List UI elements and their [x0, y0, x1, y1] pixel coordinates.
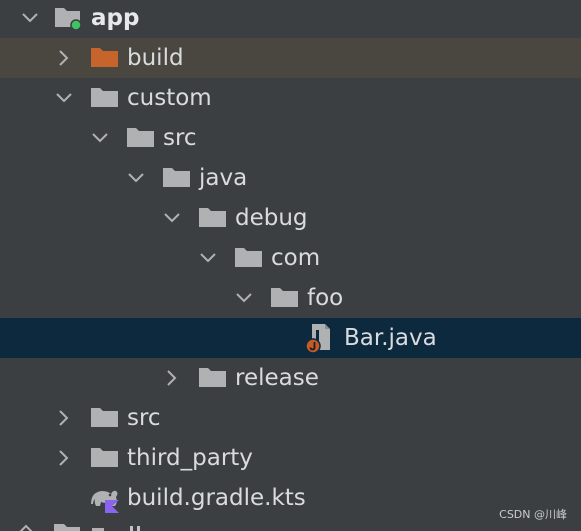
folder-icon — [198, 366, 228, 390]
tree-row-foo[interactable]: foo — [0, 278, 581, 318]
module-folder-icon — [54, 6, 84, 30]
tree-item-label: src — [127, 405, 161, 431]
excluded-folder-icon — [90, 46, 120, 70]
tree-row-debug[interactable]: debug — [0, 198, 581, 238]
tree-item-label: release — [235, 365, 319, 391]
folder-icon — [90, 406, 120, 430]
folder-icon — [198, 206, 228, 230]
tree-item-label: com — [271, 245, 321, 271]
chevron-down-icon[interactable] — [234, 288, 254, 308]
tree-row-partial — [0, 518, 581, 531]
chevron-right-icon[interactable] — [54, 408, 74, 428]
chevron-down-icon[interactable] — [90, 128, 110, 148]
tree-row-release[interactable]: release — [0, 358, 581, 398]
tree-item-label: debug — [235, 205, 308, 231]
folder-icon — [90, 446, 120, 470]
chevron-down-icon[interactable] — [54, 88, 74, 108]
tree-row-app[interactable]: app — [0, 0, 581, 38]
folder-icon — [126, 126, 156, 150]
chevron-down-icon[interactable] — [126, 168, 146, 188]
chevron-right-icon[interactable] — [54, 48, 74, 68]
project-tree: app build custom src java debug com foo … — [0, 0, 581, 518]
tree-row-java[interactable]: java — [0, 158, 581, 198]
tree-row-third-party[interactable]: third_party — [0, 438, 581, 478]
chevron-right-icon[interactable] — [54, 448, 74, 468]
chevron-down-icon[interactable] — [20, 8, 40, 28]
tree-item-label: build — [127, 45, 184, 71]
chevron-right-icon[interactable] — [162, 368, 182, 388]
tree-item-label: build.gradle.kts — [127, 485, 306, 511]
tree-item-label: custom — [127, 85, 212, 111]
gradle-kotlin-file-icon — [88, 482, 119, 514]
watermark: CSDN @川峰 — [499, 508, 567, 521]
tree-item-label: third_party — [127, 445, 253, 471]
tree-row-custom[interactable]: custom — [0, 78, 581, 118]
tree-row-src[interactable]: src — [0, 118, 581, 158]
folder-icon — [90, 86, 120, 110]
tree-item-label: app — [91, 5, 140, 31]
tree-item-label: foo — [307, 285, 344, 311]
folder-icon — [162, 166, 192, 190]
tree-row-com[interactable]: com — [0, 238, 581, 278]
folder-icon — [270, 286, 300, 310]
chevron-down-icon[interactable] — [198, 248, 218, 268]
chevron-down-icon[interactable] — [162, 208, 182, 228]
folder-icon — [234, 246, 264, 270]
tree-row-build[interactable]: build — [0, 38, 581, 78]
tree-item-label: Bar.java — [344, 325, 437, 351]
tree-row-build-gradle-kts[interactable]: build.gradle.kts — [0, 478, 581, 518]
tree-item-label: java — [199, 165, 248, 191]
java-file-icon — [303, 322, 333, 354]
tree-row-src-top[interactable]: src — [0, 398, 581, 438]
tree-row-bar-java[interactable]: Bar.java — [0, 318, 581, 358]
tree-item-label: src — [163, 125, 197, 151]
